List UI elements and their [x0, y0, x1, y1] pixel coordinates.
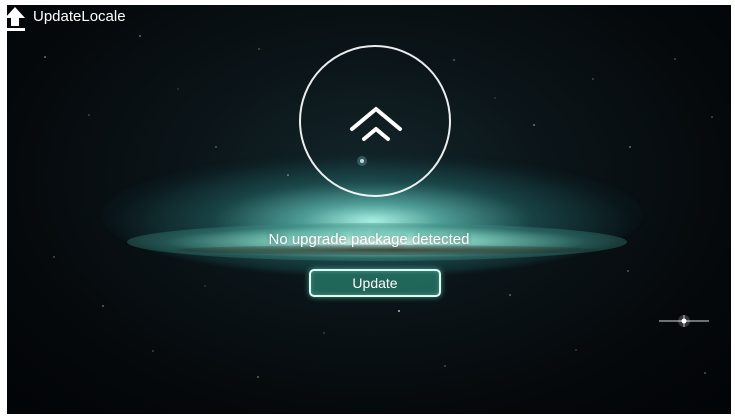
- galaxy-background: No upgrade package detected Update: [7, 5, 731, 414]
- double-chevron-up-icon: [350, 107, 402, 141]
- upload-arrow-icon: [5, 7, 25, 31]
- status-message: No upgrade package detected: [268, 231, 470, 248]
- star-flare: [659, 315, 709, 327]
- update-screen: No upgrade package detected Update Updat…: [0, 0, 735, 419]
- update-button[interactable]: Update: [309, 269, 441, 297]
- app-title: UpdateLocale: [33, 8, 126, 25]
